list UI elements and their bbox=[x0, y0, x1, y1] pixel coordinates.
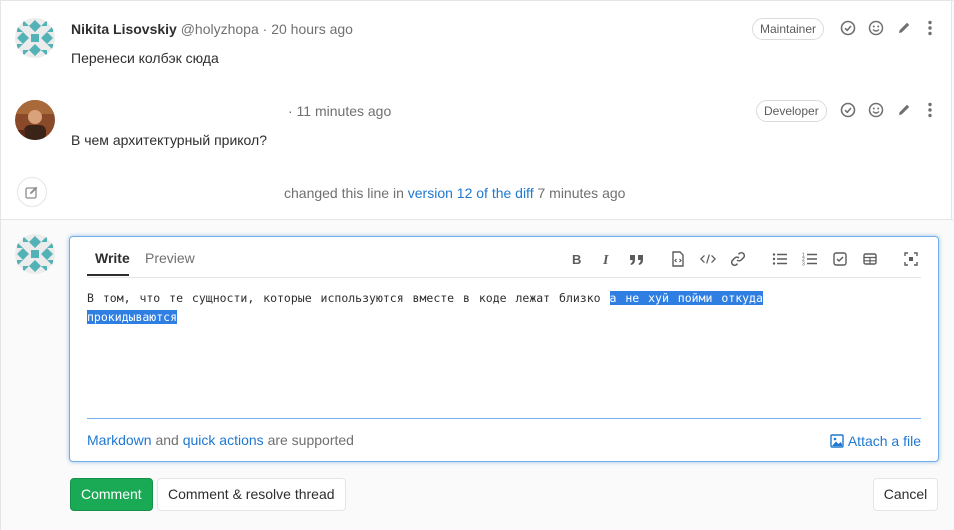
tab-write[interactable]: Write bbox=[95, 250, 130, 266]
svg-text:3: 3 bbox=[802, 262, 805, 267]
system-note-text: changed this line in bbox=[284, 185, 404, 201]
more-icon[interactable] bbox=[921, 19, 939, 37]
code-icon[interactable] bbox=[670, 251, 686, 267]
author-name[interactable]: Nikita Lisovskiy bbox=[71, 21, 177, 37]
quote-icon[interactable] bbox=[629, 251, 645, 267]
markdown-link[interactable]: Markdown bbox=[87, 432, 152, 448]
resolve-icon[interactable] bbox=[839, 19, 857, 37]
note-timestamp-wrap: · 11 minutes ago bbox=[288, 103, 391, 119]
italic-icon[interactable]: I bbox=[599, 251, 615, 267]
and-text: and bbox=[155, 432, 179, 448]
table-icon[interactable] bbox=[862, 251, 878, 267]
avatar-photo[interactable] bbox=[15, 100, 55, 140]
supported-text: are supported bbox=[267, 432, 354, 448]
pencil-square-icon bbox=[17, 177, 47, 207]
note-body: Перенеси колбэк сюда bbox=[71, 50, 219, 66]
markdown-hint: Markdown and quick actions are supported bbox=[87, 432, 354, 448]
divider bbox=[87, 277, 921, 278]
svg-text:B: B bbox=[572, 252, 581, 266]
system-note: changed this line in version 12 of the d… bbox=[284, 185, 625, 201]
tab-preview[interactable]: Preview bbox=[145, 250, 195, 266]
comment-text: В том, что те сущности, которые использу… bbox=[87, 291, 610, 305]
cancel-button[interactable]: Cancel bbox=[873, 478, 938, 511]
more-icon[interactable] bbox=[921, 101, 939, 119]
comment-textarea[interactable]: В том, что те сущности, которые использу… bbox=[87, 289, 827, 327]
edit-icon[interactable] bbox=[895, 19, 913, 37]
note-author-line: Nikita Lisovskiy @holyzhopa · 20 hours a… bbox=[71, 21, 353, 37]
attach-file-button[interactable]: Attach a file bbox=[830, 433, 921, 449]
bullet-list-icon[interactable] bbox=[772, 251, 788, 267]
role-badge: Maintainer bbox=[752, 18, 825, 40]
quick-actions-link[interactable]: quick actions bbox=[183, 432, 264, 448]
bold-icon[interactable]: B bbox=[569, 251, 585, 267]
code-block-icon[interactable] bbox=[700, 251, 716, 267]
note-body: В чем архитектурный прикол? bbox=[71, 132, 267, 148]
numbered-list-icon[interactable]: 123 bbox=[802, 251, 818, 267]
avatar-identicon[interactable] bbox=[15, 18, 55, 58]
divider bbox=[1, 0, 953, 1]
divider bbox=[87, 418, 921, 419]
comment-editor: Write Preview B I 123 В том, что те сущн… bbox=[69, 236, 939, 462]
comment-resolve-button[interactable]: Comment & resolve thread bbox=[157, 478, 346, 511]
role-badge: Developer bbox=[756, 100, 827, 122]
note-timestamp[interactable]: · 11 minutes ago bbox=[288, 103, 391, 119]
image-icon bbox=[830, 434, 844, 448]
emoji-icon[interactable] bbox=[867, 101, 885, 119]
active-tab-indicator bbox=[87, 274, 129, 276]
edit-icon[interactable] bbox=[895, 101, 913, 119]
link-icon[interactable] bbox=[730, 251, 746, 267]
svg-text:I: I bbox=[602, 253, 609, 266]
fullscreen-icon[interactable] bbox=[903, 251, 919, 267]
author-handle[interactable]: @holyzhopa bbox=[181, 21, 259, 37]
system-note-time[interactable]: 7 minutes ago bbox=[537, 185, 625, 201]
resolve-icon[interactable] bbox=[839, 101, 857, 119]
current-user-avatar[interactable] bbox=[15, 234, 55, 274]
diff-version-link[interactable]: version 12 of the diff bbox=[408, 185, 534, 201]
discussion-thread: Nikita Lisovskiy @holyzhopa · 20 hours a… bbox=[0, 0, 953, 530]
task-list-icon[interactable] bbox=[832, 251, 848, 267]
attach-file-label: Attach a file bbox=[847, 433, 921, 449]
note-timestamp[interactable]: · 20 hours ago bbox=[263, 21, 353, 37]
comment-button[interactable]: Comment bbox=[70, 478, 153, 511]
emoji-icon[interactable] bbox=[867, 19, 885, 37]
